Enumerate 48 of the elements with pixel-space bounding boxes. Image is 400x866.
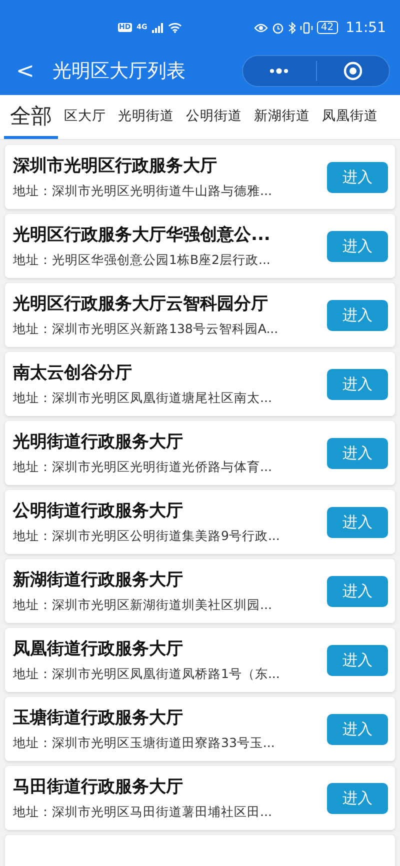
hall-address: 地址：深圳市光明区新湖街道圳美社区圳园... xyxy=(13,597,273,614)
hall-name: 光明区行政服务大厅云智科园分厅 xyxy=(13,293,269,315)
more-icon xyxy=(269,68,290,74)
hall-name: 新湖街道行政服务大厅 xyxy=(13,569,184,591)
hall-name: 光明区行政服务大厅华强创意公... xyxy=(13,224,272,246)
hall-address: 地址：深圳市光明区马田街道薯田埔社区田... xyxy=(13,804,273,821)
wifi-icon xyxy=(168,22,182,33)
enter-button[interactable]: 进入 xyxy=(327,230,388,262)
vibrate-icon xyxy=(300,22,313,34)
enter-button[interactable]: 进入 xyxy=(327,782,388,814)
enter-button[interactable]: 进入 xyxy=(327,300,388,330)
hall-name: 公明街道行政服务大厅 xyxy=(13,500,184,522)
hall-address: 地址：光明区华强创意公园1栋B座2层行政... xyxy=(13,252,272,269)
category-tab[interactable]: 区大厅 xyxy=(58,95,112,139)
alarm-icon xyxy=(272,22,284,34)
target-icon xyxy=(342,61,363,81)
clock-time: 11:51 xyxy=(346,20,386,36)
category-tab[interactable]: 全部 xyxy=(4,95,58,139)
hall-name: 深圳市光明区行政服务大厅 xyxy=(13,155,218,177)
hall-name: 玉塘街道行政服务大厅 xyxy=(13,707,184,729)
hall-address: 地址：深圳市光明区光明街道牛山路与德雅... xyxy=(13,183,273,200)
enter-button[interactable]: 进入 xyxy=(327,162,388,192)
battery-level: 42 xyxy=(316,21,338,34)
enter-button[interactable]: 进入 xyxy=(327,438,388,468)
signal-icon xyxy=(152,22,164,32)
hall-address: 地址：深圳市光明区玉塘街道田寮路33号玉... xyxy=(13,735,276,752)
eye-icon xyxy=(254,22,268,32)
hall-address: 地址：深圳市光明区公明街道集美路9号行政... xyxy=(13,528,281,545)
category-tab[interactable]: 光明街道 xyxy=(112,95,180,139)
hall-address: 地址：深圳市光明区兴新路138号云智科园A... xyxy=(13,321,280,338)
enter-button[interactable]: 进入 xyxy=(327,714,388,744)
enter-button[interactable]: 进入 xyxy=(327,506,388,538)
enter-button[interactable]: 进入 xyxy=(327,368,388,400)
enter-button[interactable]: 进入 xyxy=(327,576,388,606)
hall-name: 光明街道行政服务大厅 xyxy=(13,431,184,453)
enter-button[interactable]: 进入 xyxy=(327,644,388,676)
hall-name: 南太云创谷分厅 xyxy=(13,362,133,384)
hall-address: 地址：深圳市光明区凤凰街道塘尾社区南太... xyxy=(13,390,273,407)
hall-name: 马田街道行政服务大厅 xyxy=(13,776,184,798)
hall-name: 凤凰街道行政服务大厅 xyxy=(13,638,184,660)
hall-address: 地址：深圳市光明区凤凰街道凤桥路1号（东... xyxy=(13,666,281,683)
hall-address: 地址：深圳市光明区光明街道光侨路与体育... xyxy=(13,459,273,476)
page-title: 光明区大厅列表 xyxy=(52,59,186,84)
category-tab[interactable]: 公明街道 xyxy=(180,95,248,139)
bluetooth-icon xyxy=(288,22,296,34)
category-tab[interactable]: 新湖街道 xyxy=(248,95,316,139)
back-button[interactable]: < xyxy=(12,58,38,84)
category-tab[interactable]: 凤凰街道 xyxy=(316,95,384,139)
